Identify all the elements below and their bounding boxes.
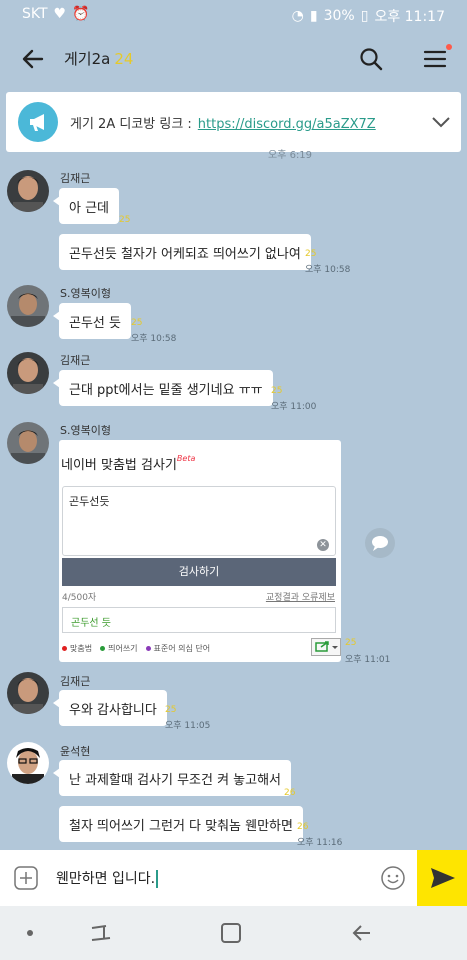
avatar[interactable] (7, 422, 49, 464)
chat-title-text: 게기2a (64, 50, 111, 68)
timestamp: 오후 11:01 (345, 655, 391, 665)
notice-banner[interactable]: 게기 2A 디코방 링크 : https://discord.gg/a5aZX7Z (6, 92, 461, 152)
message-bubble[interactable]: 난 과제할때 검사기 무조건 켜 놓고해서 (52, 760, 292, 796)
message-input-value: 웬만하면 입니다. (56, 871, 156, 887)
battery-icon: ▯ (360, 8, 369, 24)
menu-icon[interactable] (422, 46, 448, 72)
legend-item: 맞춤법 (62, 643, 92, 654)
sender-name: 김재근 (60, 354, 91, 367)
battery-level: 30% (323, 8, 355, 24)
text-caret (156, 870, 159, 888)
beta-badge: Beta (176, 454, 196, 463)
plus-icon[interactable] (14, 866, 38, 890)
unread-count: 25 (271, 386, 283, 396)
avatar[interactable] (7, 352, 49, 394)
timestamp: 오후 11:00 (271, 402, 317, 412)
message-bubble[interactable]: 아 근데 (52, 188, 120, 224)
avatar[interactable] (7, 742, 49, 784)
unread-count: 26 (297, 822, 309, 832)
timestamp: 오후 11:16 (297, 838, 343, 848)
notice-text: 게기 2A 디코방 링크 : https://discord.gg/a5aZX7Z (70, 113, 376, 132)
message-input-bar: 웬만하면 입니다. (0, 850, 467, 906)
back-nav-icon[interactable] (352, 925, 370, 941)
share-icon[interactable] (311, 638, 341, 656)
report-link[interactable]: 교정결과 오류제보 (266, 590, 335, 603)
message-bubble[interactable]: 철자 띄어쓰기 그런거 다 맞춰놈 웬만하면 (59, 806, 303, 842)
message-bubble[interactable]: 우와 감사합니다 (53, 690, 167, 726)
spellcheck-input[interactable]: 곤두선듯 ✕ (62, 486, 336, 556)
megaphone-icon (18, 102, 58, 142)
unread-count: 25 (165, 705, 177, 715)
sender-name: 김재근 (60, 675, 91, 688)
unread-count: 25 (345, 638, 357, 648)
search-icon[interactable] (358, 46, 384, 72)
emoji-icon[interactable] (380, 865, 406, 891)
carrier-label: SKT (22, 6, 48, 22)
send-button[interactable] (417, 850, 467, 906)
avatar[interactable] (7, 170, 49, 212)
notice-label: 게기 2A 디코방 링크 : (70, 117, 192, 132)
result-box: 곤두선 듯 (62, 607, 336, 633)
chat-header: 게기2a 24 (0, 30, 467, 88)
alarm-icon: ⏰ (72, 6, 90, 22)
check-button[interactable]: 검사하기 (62, 558, 336, 586)
sender-name: 윤석현 (60, 745, 91, 758)
unread-count: 25 (305, 249, 317, 259)
chat-title: 게기2a 24 (64, 48, 133, 69)
sender-name: 김재근 (60, 172, 91, 185)
timestamp: 오후 11:05 (165, 721, 211, 731)
avatar[interactable] (7, 672, 49, 714)
sender-name: S.영복이형 (60, 287, 111, 300)
message-input[interactable]: 웬만하면 입니다. (56, 868, 159, 888)
back-arrow-icon[interactable] (18, 44, 48, 74)
unread-count: 26 (284, 788, 296, 798)
chevron-down-icon[interactable] (430, 112, 452, 132)
avatar[interactable] (7, 285, 49, 327)
unread-count: 25 (119, 215, 131, 225)
member-count: 24 (114, 50, 134, 68)
heart-icon: ♥ (53, 6, 67, 22)
clear-icon[interactable]: ✕ (317, 539, 329, 551)
timestamp: 오후 10:58 (131, 334, 177, 344)
spellcheck-input-value: 곤두선듯 (69, 495, 110, 508)
legend: 맞춤법 띄어쓰기 표준어 의심 단어 (62, 643, 210, 654)
card-title: 네이버 맞춤법 검사기Beta (61, 454, 195, 473)
message-bubble[interactable]: 곤두선 듯 (53, 303, 131, 339)
partial-timestamp: 오후 6:19 (268, 150, 313, 161)
legend-item: 띄어쓰기 (100, 643, 138, 654)
dot-icon[interactable] (27, 930, 33, 936)
home-icon[interactable] (221, 923, 241, 943)
message-bubble[interactable]: 근대 ppt에서는 밑줄 생기네요 ㅠㅠ (53, 370, 273, 406)
result-text: 곤두선 듯 (71, 618, 111, 629)
system-nav-bar (0, 906, 467, 960)
chat-bubble-icon[interactable] (365, 528, 395, 558)
message-bubble[interactable]: 곤두선듯 철자가 어케되죠 띄어쓰기 없나여 (59, 234, 311, 270)
status-bar: SKT ♥ ⏰ ◔ ▮ 30% ▯ 오후 11:17 (0, 0, 467, 30)
timestamp: 오후 10:58 (305, 265, 351, 275)
legend-item: 표준어 의심 단어 (145, 643, 210, 654)
clock: 오후 11:17 (374, 9, 445, 25)
wifi-icon: ◔ (291, 8, 304, 24)
card-title-text: 네이버 맞춤법 검사기 (61, 458, 177, 473)
sender-name: S.영복이형 (60, 424, 111, 437)
char-count: 4/500자 (62, 593, 97, 603)
new-badge (446, 44, 452, 50)
recent-apps-icon[interactable] (91, 925, 111, 941)
send-icon (431, 868, 455, 888)
notice-link[interactable]: https://discord.gg/a5aZX7Z (198, 117, 376, 132)
unread-count: 25 (131, 318, 143, 328)
spellcheck-card[interactable]: 네이버 맞춤법 검사기Beta 곤두선듯 ✕ 검사하기 4/500자 교정결과 … (59, 440, 341, 662)
signal-icon: ▮ (309, 8, 318, 24)
